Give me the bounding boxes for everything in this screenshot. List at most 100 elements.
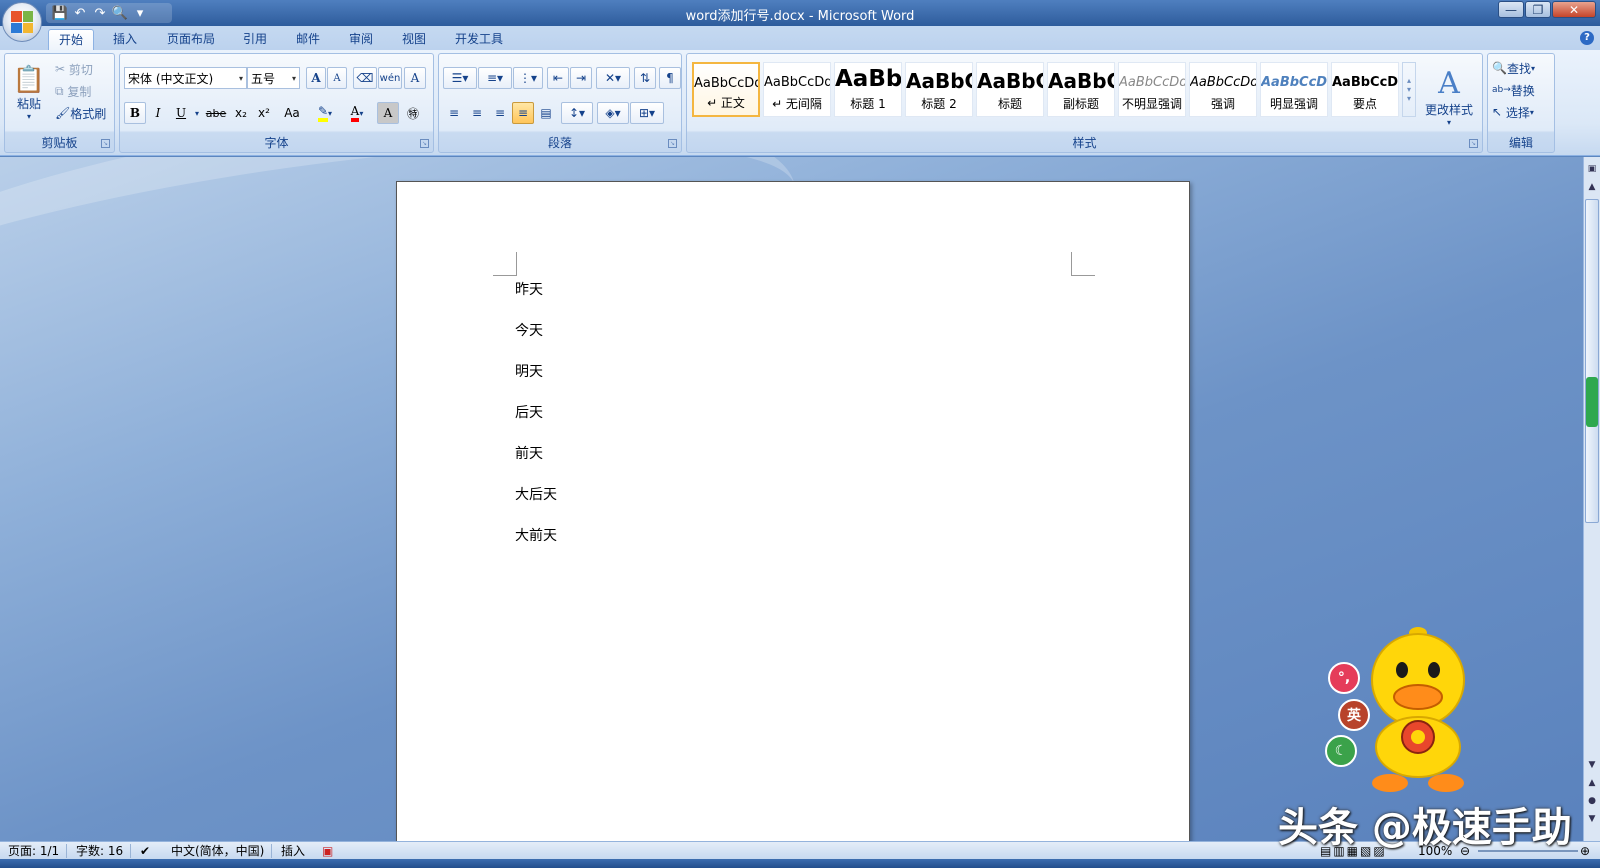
dialog-launcher-icon[interactable]: ↘ xyxy=(101,139,110,148)
subscript-button[interactable]: x₂ xyxy=(230,102,252,124)
tab-home[interactable]: 开始 xyxy=(48,29,94,50)
numbering-icon[interactable]: ≡▾ xyxy=(478,67,512,89)
style-heading-2[interactable]: AaBbC 标题 2 xyxy=(905,62,973,117)
font-name-select[interactable]: 宋体 (中文正文) ▾ xyxy=(124,67,247,89)
status-words[interactable]: 字数: 16 xyxy=(76,843,123,859)
align-right-icon[interactable]: ≡ xyxy=(489,102,511,124)
ime-punct-bubble[interactable]: °, xyxy=(1328,662,1360,694)
next-page-icon[interactable]: ▼ xyxy=(1585,811,1599,827)
tab-view[interactable]: 视图 xyxy=(393,29,435,50)
strikethrough-button[interactable]: abe xyxy=(203,102,229,124)
status-insert-mode[interactable]: 插入 xyxy=(281,843,305,859)
chevron-down-icon[interactable]: ▾ xyxy=(192,102,202,124)
borders-icon[interactable]: ⊞▾ xyxy=(630,102,664,124)
restore-button[interactable]: ❐ xyxy=(1525,1,1551,18)
dialog-launcher-icon[interactable]: ↘ xyxy=(668,139,677,148)
style-intense-emphasis[interactable]: AaBbCcDd 明显强调 xyxy=(1260,62,1328,117)
style-subtitle[interactable]: AaBbC 副标题 xyxy=(1047,62,1115,117)
underline-button[interactable]: U xyxy=(170,102,192,124)
zoom-in-icon[interactable]: ⊕ xyxy=(1580,843,1590,859)
justify-icon[interactable]: ≡ xyxy=(512,102,534,124)
select-browse-object-icon[interactable]: ● xyxy=(1585,793,1599,809)
highlight-button[interactable]: ✎ ▾ xyxy=(310,102,340,124)
decrease-indent-icon[interactable]: ⇤ xyxy=(547,67,569,89)
multilevel-list-icon[interactable]: ⋮▾ xyxy=(513,67,543,89)
previous-page-icon[interactable]: ▲ xyxy=(1585,775,1599,791)
font-color-button[interactable]: A ▾ xyxy=(342,102,372,124)
scroll-up-icon[interactable]: ▲ xyxy=(1585,179,1599,195)
minimize-button[interactable]: — xyxy=(1498,1,1524,18)
tab-page-layout[interactable]: 页面布局 xyxy=(158,29,224,50)
paste-button[interactable]: 📋 粘贴 ▾ xyxy=(9,58,49,128)
tab-developer[interactable]: 开发工具 xyxy=(447,29,511,50)
tab-insert[interactable]: 插入 xyxy=(104,29,146,50)
replace-button[interactable]: ab→ 替换 xyxy=(1492,79,1554,101)
document-page[interactable]: 昨天 今天 明天 后天 前天 大后天 大前天 xyxy=(396,181,1190,841)
change-case-button[interactable]: Aa xyxy=(277,102,307,124)
paragraph[interactable]: 今天 xyxy=(515,320,543,340)
paragraph-group: ☰▾ ≡▾ ⋮▾ ⇤ ⇥ ✕▾ ⇅ ¶ ≡ ≡ ≡ ≡ ▤ ↕▾ ◈▾ ⊞▾ 段… xyxy=(438,53,682,153)
superscript-button[interactable]: x² xyxy=(253,102,275,124)
vertical-scrollbar[interactable]: ▣ ▲ ▼ ▲ ● ▼ xyxy=(1583,157,1600,841)
change-styles-button[interactable]: A 更改样式 ▾ xyxy=(1420,60,1478,132)
style-title[interactable]: AaBbC 标题 xyxy=(976,62,1044,117)
copy-button[interactable]: ⧉ 复制 xyxy=(55,80,111,102)
dialog-launcher-icon[interactable]: ↘ xyxy=(1469,139,1478,148)
paragraph[interactable]: 大后天 xyxy=(515,484,557,504)
align-left-icon[interactable]: ≡ xyxy=(443,102,465,124)
sort-icon[interactable]: ⇅ xyxy=(634,67,656,89)
shrink-font-button[interactable]: A xyxy=(327,67,347,89)
watermark: 头条 @极速手助 xyxy=(1278,805,1572,851)
style-subtle-emphasis[interactable]: AaBbCcDd 不明显强调 xyxy=(1118,62,1186,117)
tab-references[interactable]: 引用 xyxy=(234,29,276,50)
scroll-thumb[interactable] xyxy=(1585,199,1599,523)
style-strong[interactable]: AaBbCcDd 要点 xyxy=(1331,62,1399,117)
cut-button[interactable]: ✂ 剪切 xyxy=(55,58,111,80)
ribbon: 📋 粘贴 ▾ ✂ 剪切 ⧉ 复制 🖌 格式刷 剪贴板 ↘ 宋体 (中文正文) ▾ 五… xyxy=(0,50,1600,156)
shading-icon[interactable]: ◈▾ xyxy=(597,102,629,124)
increase-indent-icon[interactable]: ⇥ xyxy=(570,67,592,89)
close-button[interactable]: ✕ xyxy=(1552,1,1596,18)
enclose-char-icon[interactable]: ㊕ xyxy=(402,102,424,124)
ime-moon-icon[interactable]: ☾ xyxy=(1325,735,1357,767)
status-language[interactable]: 中文(简体，中国) xyxy=(171,843,264,859)
bullets-icon[interactable]: ☰▾ xyxy=(443,67,477,89)
clear-format-icon[interactable]: ⌫ xyxy=(353,67,377,89)
line-spacing-icon[interactable]: ↕▾ xyxy=(561,102,593,124)
italic-button[interactable]: I xyxy=(147,102,169,124)
distributed-icon[interactable]: ▤ xyxy=(535,102,557,124)
grow-font-button[interactable]: A xyxy=(306,67,326,89)
tab-mailings[interactable]: 邮件 xyxy=(287,29,329,50)
styles-scroll[interactable]: ▴ ▾ ▾ xyxy=(1402,62,1416,117)
style-no-spacing[interactable]: AaBbCcDd ↵ 无间隔 xyxy=(763,62,831,117)
phonetic-guide-button[interactable]: wén xyxy=(378,67,402,89)
office-button[interactable] xyxy=(2,2,42,42)
paragraph[interactable]: 大前天 xyxy=(515,525,557,545)
show-marks-icon[interactable]: ¶ xyxy=(659,67,681,89)
style-normal[interactable]: AaBbCcDd ↵ 正文 xyxy=(692,62,760,117)
macro-record-icon[interactable]: ▣ xyxy=(322,843,333,859)
tab-review[interactable]: 审阅 xyxy=(340,29,382,50)
char-border-button[interactable]: A xyxy=(404,67,426,89)
style-emphasis[interactable]: AaBbCcDd 强调 xyxy=(1189,62,1257,117)
dialog-launcher-icon[interactable]: ↘ xyxy=(420,139,429,148)
ruler-toggle-icon[interactable]: ▣ xyxy=(1585,161,1599,177)
bold-button[interactable]: B xyxy=(124,102,146,124)
duck-mascot-icon[interactable] xyxy=(1360,625,1470,795)
font-size-select[interactable]: 五号 ▾ xyxy=(247,67,300,89)
paragraph[interactable]: 昨天 xyxy=(515,279,543,299)
paragraph[interactable]: 后天 xyxy=(515,402,543,422)
help-icon[interactable]: ? xyxy=(1580,31,1594,45)
text-direction-icon[interactable]: ✕▾ xyxy=(596,67,630,89)
status-page[interactable]: 页面: 1/1 xyxy=(8,843,59,859)
scroll-down-icon[interactable]: ▼ xyxy=(1585,757,1599,773)
paragraph[interactable]: 前天 xyxy=(515,443,543,463)
style-heading-1[interactable]: AaBb 标题 1 xyxy=(834,62,902,117)
find-button[interactable]: 🔍 查找 ▾ xyxy=(1492,57,1554,79)
proofing-icon[interactable]: ✔ xyxy=(140,843,150,859)
format-painter-button[interactable]: 🖌 格式刷 xyxy=(55,102,115,124)
char-shading-button[interactable]: A xyxy=(377,102,399,124)
align-center-icon[interactable]: ≡ xyxy=(466,102,488,124)
select-button[interactable]: ↖ 选择 ▾ xyxy=(1492,101,1554,123)
paragraph[interactable]: 明天 xyxy=(515,361,543,381)
